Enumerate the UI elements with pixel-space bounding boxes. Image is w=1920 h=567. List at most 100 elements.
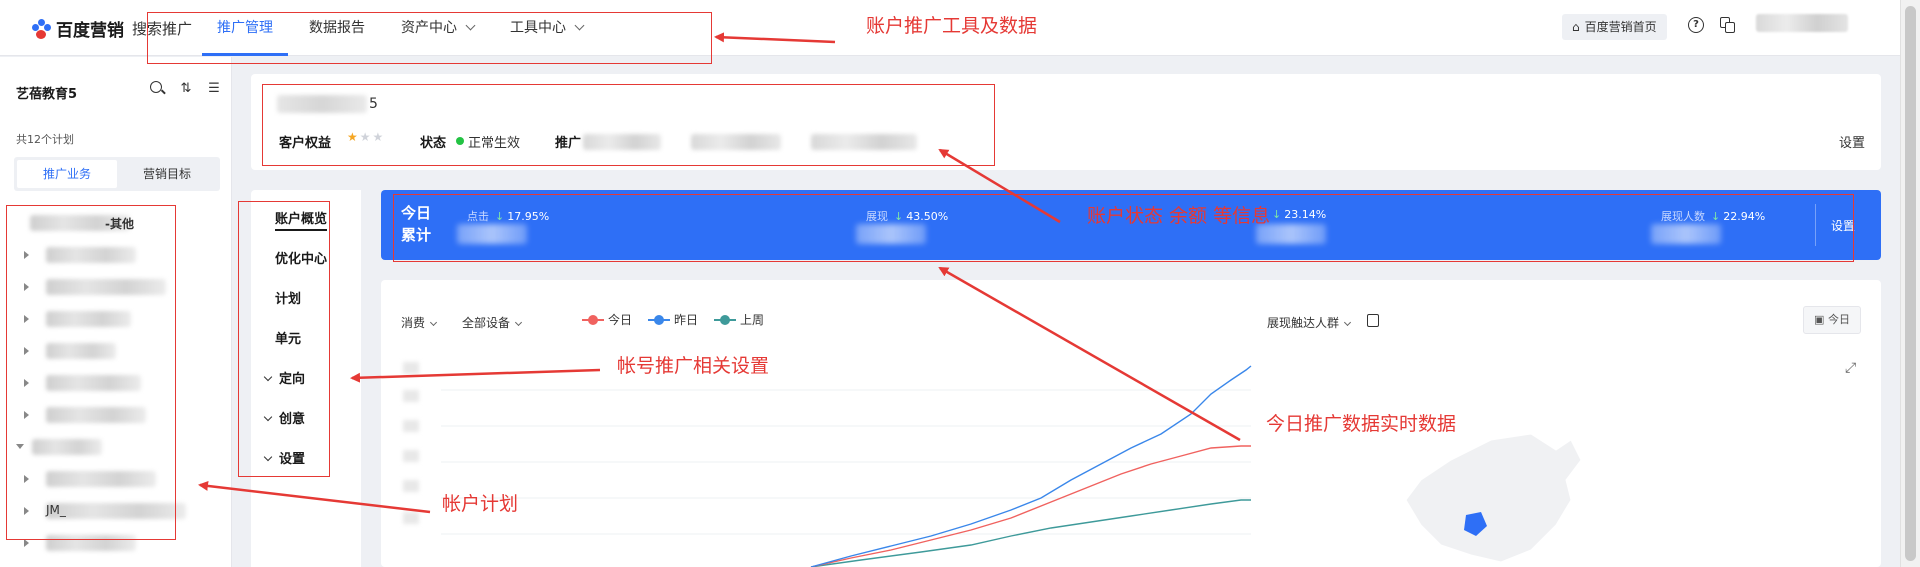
star-icon: ★: [347, 130, 360, 144]
stat-item-0: 点击 ↓ 17.95%: [467, 208, 549, 224]
subnav-item-label: 创意: [279, 412, 306, 427]
device-select-label: 全部设备: [462, 316, 511, 330]
promo-label: 推广: [555, 136, 582, 151]
metric-select[interactable]: 消费: [401, 314, 438, 331]
stat-label: 展现: [866, 210, 888, 223]
plan-tree: -其他 JM_: [10, 207, 230, 559]
expand-right-icon[interactable]: [24, 379, 29, 387]
today-button[interactable]: ▣ 今日: [1803, 306, 1861, 334]
stat-item-1: 展现 ↓ 43.50%: [866, 208, 948, 224]
legend-swatch: [714, 314, 737, 325]
expand-down-icon[interactable]: [16, 444, 24, 453]
search-icon[interactable]: [150, 81, 166, 97]
chevron-down-icon: [429, 318, 438, 327]
sidebar-tab-1[interactable]: 营销目标: [117, 160, 217, 188]
star-icon: ★: [372, 130, 386, 144]
account-id-blurred: [277, 95, 367, 113]
plan-tree-item[interactable]: [10, 367, 230, 399]
chevron-down-icon: [514, 318, 523, 327]
plan-tree-item[interactable]: [10, 239, 230, 271]
plan-tree-item[interactable]: [10, 399, 230, 431]
legend-label: 昨日: [674, 313, 699, 327]
legend-item-2[interactable]: 上周: [714, 311, 764, 328]
topnav-item-2[interactable]: 资产中心: [386, 0, 489, 56]
expand-right-icon[interactable]: [24, 507, 29, 515]
subnav-item-0[interactable]: 账户概览: [275, 208, 328, 231]
topnav-item-label: 推广管理: [217, 20, 273, 36]
user-account-blurred[interactable]: [1756, 14, 1848, 32]
account-settings-link[interactable]: 设置: [1839, 132, 1865, 151]
home-button[interactable]: ⌂ 百度营销首页: [1562, 14, 1667, 40]
legend-item-1[interactable]: 昨日: [648, 311, 698, 328]
stats-settings-link[interactable]: 设置: [1831, 217, 1855, 234]
copy-icon[interactable]: [1720, 17, 1736, 33]
expand-right-icon[interactable]: [24, 251, 29, 259]
subnav-item-label: 设置: [279, 452, 306, 467]
expand-right-icon[interactable]: [24, 283, 29, 291]
plan-name-blurred: [32, 439, 102, 455]
subnav-item-3[interactable]: 单元: [275, 328, 301, 347]
legend-swatch: [648, 314, 671, 325]
subnav-item-label: 定向: [279, 372, 306, 387]
subnav-item-2[interactable]: 计划: [275, 288, 301, 307]
stat-change: ↓ 17.95%: [495, 210, 549, 223]
sidebar-tab-0[interactable]: 推广业务: [17, 160, 117, 188]
topnav-item-0[interactable]: 推广管理: [202, 0, 288, 56]
legend-item-0[interactable]: 今日: [582, 311, 632, 328]
subnav-item-6[interactable]: 设置: [263, 448, 306, 467]
plan-name-blurred: [46, 343, 116, 359]
plan-tree-item[interactable]: [10, 431, 230, 463]
topnav-item-label: 资产中心: [401, 20, 457, 36]
series-line-yesterday: [810, 365, 1252, 567]
topnav-item-label: 工具中心: [510, 20, 566, 36]
expand-right-icon[interactable]: [24, 411, 29, 419]
expand-right-icon[interactable]: [24, 347, 29, 355]
topnav-item-label: 数据报告: [309, 20, 365, 36]
plan-tree-item[interactable]: JM_: [10, 495, 230, 527]
status-label: 状态: [420, 136, 447, 151]
subnav-item-4[interactable]: 定向: [263, 368, 306, 387]
stat-item-2: ↓ 23.14%: [1266, 208, 1326, 221]
expand-right-icon[interactable]: [24, 315, 29, 323]
chevron-down-icon: [263, 412, 273, 422]
plan-name-blurred: [46, 279, 166, 295]
subnav-item-label: 计划: [275, 292, 302, 307]
chevron-down-icon: [574, 20, 585, 31]
expand-right-icon[interactable]: [24, 475, 29, 483]
export-icon[interactable]: [1367, 314, 1379, 327]
stat-value-blurred: [1651, 224, 1721, 244]
baidu-paw-icon: [30, 18, 52, 40]
vertical-scrollbar[interactable]: [1900, 0, 1920, 567]
topnav-item-3[interactable]: 工具中心: [495, 0, 598, 56]
plan-tree-item[interactable]: [10, 271, 230, 303]
list-menu-icon[interactable]: ☰: [206, 81, 222, 97]
topnav-item-1[interactable]: 数据报告: [294, 0, 380, 56]
expand-right-icon[interactable]: [24, 539, 29, 547]
plan-tree-item[interactable]: [10, 335, 230, 367]
sort-icon[interactable]: ⇅: [178, 81, 194, 97]
plan-tree-item[interactable]: [10, 303, 230, 335]
stat-label: 展现人数: [1661, 210, 1705, 223]
plan-name-blurred: [46, 407, 146, 423]
subnav-item-5[interactable]: 创意: [263, 408, 306, 427]
plan-tree-item[interactable]: -其他: [10, 207, 230, 239]
plan-name-label: JM_: [46, 503, 66, 517]
stat-value-blurred: [457, 224, 527, 244]
account-name: 艺蓓教育5: [16, 87, 78, 102]
plan-name-label: -其他: [105, 217, 134, 231]
chevron-down-icon: [263, 452, 273, 462]
chevron-down-icon: [465, 20, 476, 31]
stat-change: ↓ 23.14%: [1272, 208, 1326, 221]
plan-tree-item[interactable]: [10, 527, 230, 559]
plan-tree-item[interactable]: [10, 463, 230, 495]
device-select[interactable]: 全部设备: [462, 314, 523, 331]
scrollbar-thumb[interactable]: [1905, 6, 1916, 561]
help-icon[interactable]: ?: [1688, 17, 1704, 33]
plan-name-blurred: [46, 247, 136, 263]
subnav-item-1[interactable]: 优化中心: [275, 248, 327, 267]
chevron-down-icon: [1343, 318, 1352, 327]
status-value: 正常生效: [468, 136, 521, 151]
logo[interactable]: 百度营销 搜索推广: [30, 16, 192, 41]
reach-select[interactable]: 展现触达人群: [1267, 314, 1352, 331]
promo-value-blurred: [583, 134, 661, 150]
